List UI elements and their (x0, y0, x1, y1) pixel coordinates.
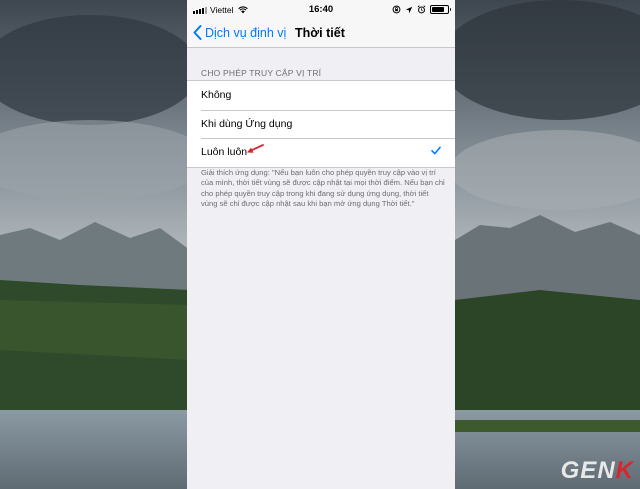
annotation-arrow-icon (247, 144, 264, 153)
page-title: Thời tiết (295, 26, 345, 40)
option-never[interactable]: Không (187, 81, 455, 110)
location-arrow-icon (405, 6, 413, 13)
phone-screen: Viettel 16:40 Dịch vụ định vị Thời tiết … (187, 0, 455, 489)
option-always[interactable]: Luôn luôn (187, 138, 455, 167)
option-label: Không (201, 89, 232, 101)
watermark-accent: K (615, 457, 634, 484)
battery-icon (430, 5, 451, 14)
alarm-icon (417, 5, 426, 14)
explanation-text: Giải thích ứng dụng: "Nếu bạn luôn cho p… (201, 168, 445, 209)
option-label: Khi dùng Ứng dụng (201, 117, 293, 130)
back-button-label: Dịch vụ định vị (205, 25, 287, 40)
option-label: Luôn luôn (201, 146, 248, 158)
watermark-logo: GEN K (561, 457, 634, 485)
section-header: CHO PHÉP TRUY CẬP VỊ TRÍ (201, 68, 322, 78)
watermark-text: GEN (560, 457, 616, 484)
navigation-bar: Dịch vụ định vị Thời tiết (187, 20, 455, 48)
location-access-options: Không Khi dùng Ứng dụng Luôn luôn (187, 80, 455, 168)
chevron-left-icon (193, 25, 202, 40)
checkmark-icon (431, 146, 441, 155)
option-while-using[interactable]: Khi dùng Ứng dụng (187, 109, 455, 139)
rotation-lock-icon (392, 5, 401, 14)
status-bar: Viettel 16:40 (187, 0, 455, 20)
back-button[interactable]: Dịch vụ định vị (193, 25, 286, 40)
